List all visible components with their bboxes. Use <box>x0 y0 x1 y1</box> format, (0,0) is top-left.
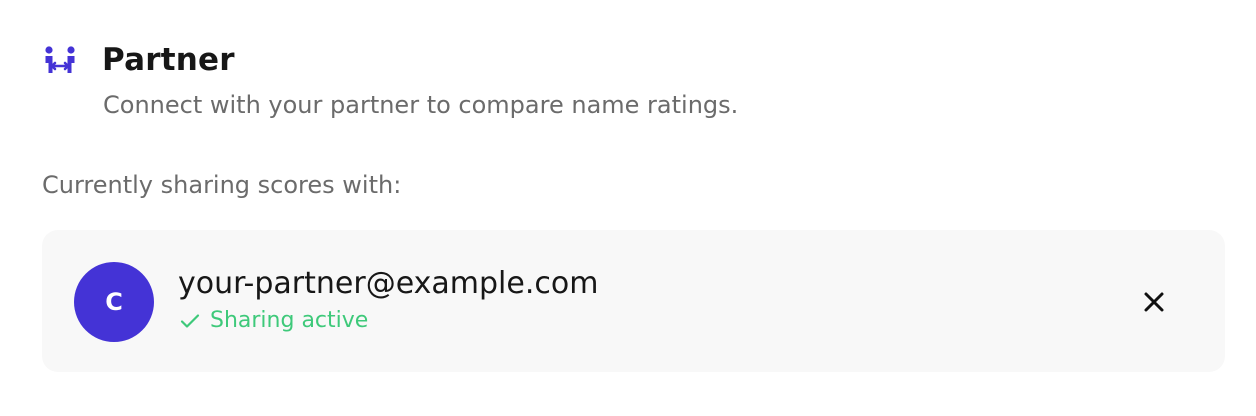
section-header: Partner <box>42 38 235 82</box>
section-title: Partner <box>102 42 235 78</box>
avatar: C <box>74 262 154 342</box>
partner-info: your-partner@example.com Sharing active <box>178 264 598 336</box>
section-description: Connect with your partner to compare nam… <box>103 91 739 119</box>
check-icon <box>178 309 202 333</box>
close-icon <box>1143 291 1165 313</box>
partner-card: C your-partner@example.com Sharing activ… <box>42 230 1225 372</box>
partner-link-icon <box>42 42 78 78</box>
partner-email: your-partner@example.com <box>178 266 599 301</box>
status-text: Sharing active <box>210 308 369 333</box>
status-row: Sharing active <box>178 306 598 336</box>
remove-partner-button[interactable] <box>1134 282 1174 322</box>
sharing-label: Currently sharing scores with: <box>42 171 402 199</box>
